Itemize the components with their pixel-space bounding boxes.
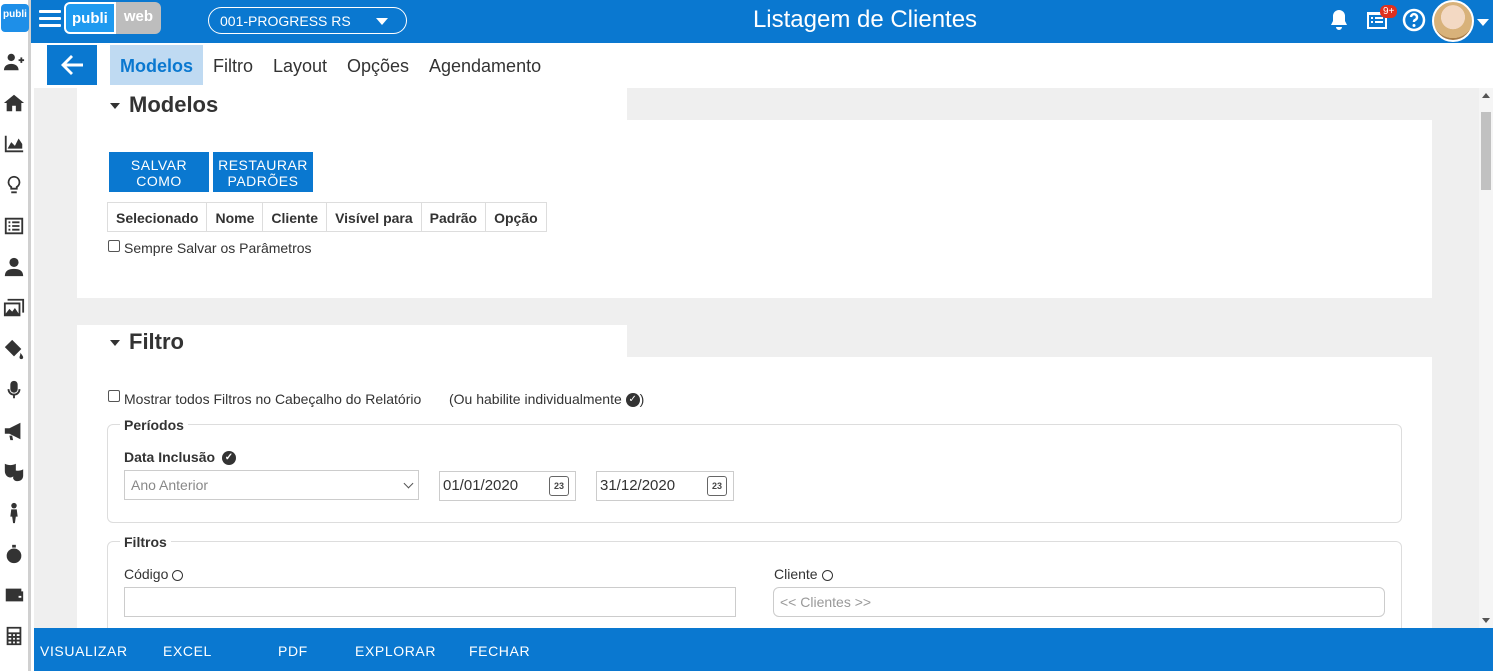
theater-masks-icon[interactable] [0,459,28,485]
lightbulb-icon[interactable] [0,172,28,198]
sidebar-logo[interactable]: publi [1,4,29,32]
date-from-input[interactable]: 01/01/2020 23 [439,471,576,501]
models-table-header: Selecionado Nome Cliente Visível para Pa… [107,202,547,232]
chevron-down-icon[interactable] [1477,19,1489,26]
individually-note-text: (Ou habilite individualmente [449,391,622,407]
always-save-label: Sempre Salvar os Parâmetros [124,240,312,256]
person-icon[interactable] [0,500,28,526]
arrow-left-icon [61,55,83,75]
avatar[interactable] [1432,0,1474,42]
radio-icon[interactable] [172,569,184,581]
page-title: Listagem de Clientes [752,6,978,33]
menu-icon[interactable] [39,10,61,30]
calendar-icon[interactable]: 23 [707,476,727,496]
home-icon[interactable] [0,90,28,116]
column-header-opcao[interactable]: Opção [486,203,546,231]
date-from-value: 01/01/2020 [443,477,519,494]
codigo-input[interactable] [124,587,736,617]
always-save-checkbox[interactable] [108,240,120,252]
column-header-cliente[interactable]: Cliente [263,203,328,231]
explorar-button[interactable]: EXPLORAR [355,643,436,659]
images-icon[interactable] [0,295,28,321]
data-inclusao-text: Data Inclusão [124,449,216,465]
stopwatch-icon[interactable] [0,541,28,567]
filtros-legend: Filtros [120,534,171,550]
column-header-padrao[interactable]: Padrão [422,203,487,231]
microphone-icon[interactable] [0,377,28,403]
tab-opcoes[interactable]: Opções [347,45,409,85]
calendar-icon[interactable]: 23 [549,476,569,496]
column-header-selecionado[interactable]: Selecionado [108,203,208,231]
chevron-down-icon [403,478,414,489]
tab-agendamento[interactable]: Agendamento [429,45,541,85]
brand-part2: web [115,2,162,34]
content-area: Modelos SALVAR COMO RESTAURAR PADRÕES Se… [34,88,1479,628]
paint-bucket-icon[interactable] [0,336,28,362]
cliente-label: Cliente [774,566,833,582]
radio-icon[interactable] [821,569,833,581]
caret-down-icon [376,18,388,25]
filtro-title: Filtro [129,329,184,354]
restore-defaults-button[interactable]: RESTAURAR PADRÕES [213,152,313,192]
chart-area-icon[interactable] [0,131,28,157]
wallet-icon[interactable] [0,582,28,608]
company-select-value: 001-PROGRESS RS [220,13,351,29]
calculator-icon[interactable] [0,623,28,649]
tab-modelos[interactable]: Modelos [110,45,204,85]
excel-button[interactable]: EXCEL [163,643,212,659]
bell-icon[interactable] [1327,8,1353,34]
period-select[interactable]: Ano Anterior [124,470,419,500]
individually-note-close: ) [639,391,645,407]
periodos-legend: Períodos [120,417,188,433]
brand-part1: publi [64,2,116,34]
cliente-label-text: Cliente [774,566,818,582]
modelos-title: Modelos [129,92,219,117]
scroll-up-icon[interactable] [1482,93,1490,98]
caret-down-icon [110,340,120,346]
data-inclusao-label: Data Inclusão ✓ [124,449,236,466]
column-header-nome[interactable]: Nome [207,203,264,231]
filtro-section-header[interactable]: Filtro [77,325,627,357]
save-as-button[interactable]: SALVAR COMO [109,152,209,192]
sidebar: publi [0,0,31,671]
cliente-input[interactable]: << Clientes >> [773,587,1385,617]
add-user-icon[interactable] [0,49,28,75]
megaphone-icon[interactable] [0,418,28,444]
check-circle-icon: ✓ [625,393,640,408]
modelos-section-header[interactable]: Modelos [77,88,627,120]
fechar-button[interactable]: FECHAR [469,643,530,659]
pdf-button[interactable]: PDF [278,643,308,659]
scroll-down-icon[interactable] [1482,618,1490,623]
notification-badge: 9+ [1380,5,1398,18]
tab-layout[interactable]: Layout [273,45,327,85]
visualizar-button[interactable]: VISUALIZAR [40,643,128,659]
caret-down-icon [110,103,120,109]
show-all-filters-label: Mostrar todos Filtros no Cabeçalho do Re… [124,391,422,407]
app-logo[interactable]: publi web [64,2,162,34]
help-icon[interactable] [1402,8,1428,34]
show-all-filters-checkbox[interactable] [108,390,120,402]
footer-bar: VISUALIZAR EXCEL PDF EXPLORAR FECHAR [34,628,1493,671]
user-tie-icon[interactable] [0,254,28,280]
tab-filtro[interactable]: Filtro [213,45,253,85]
scrollbar-thumb[interactable] [1481,112,1491,190]
column-header-visivel-para[interactable]: Visível para [327,203,422,231]
scrollbar[interactable] [1479,88,1493,628]
period-select-value: Ano Anterior [131,477,209,493]
codigo-label: Código [124,566,184,582]
back-button[interactable] [47,45,97,85]
individually-note: (Ou habilite individualmente ✓) [449,391,645,408]
codigo-label-text: Código [124,566,169,582]
list-icon[interactable] [0,213,28,239]
date-to-value: 31/12/2020 [600,477,676,494]
date-to-input[interactable]: 31/12/2020 23 [596,471,734,501]
check-circle-icon[interactable]: ✓ [221,451,236,466]
company-select[interactable]: 001-PROGRESS RS [208,7,407,34]
